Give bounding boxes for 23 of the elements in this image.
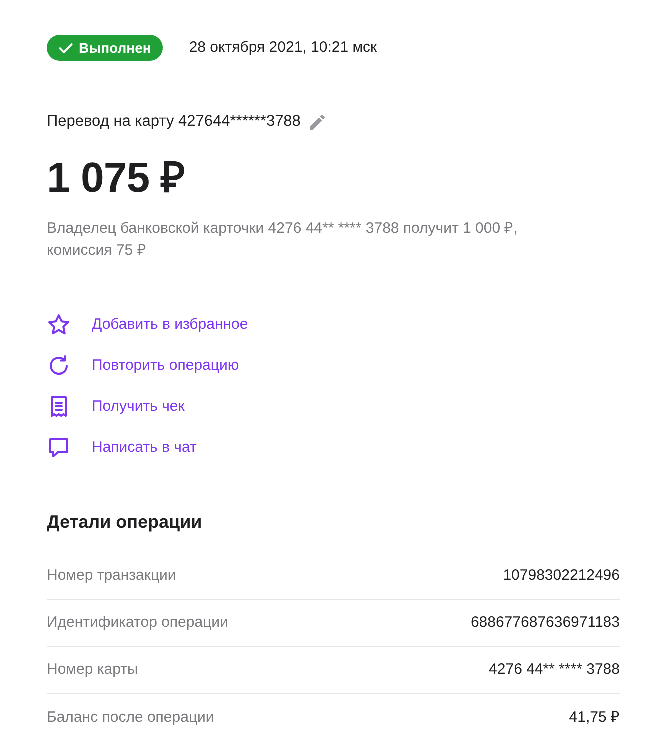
chat-icon[interactable] [47,436,71,460]
action-link[interactable]: Написать в чат [92,438,197,458]
star-icon[interactable] [47,312,71,336]
detail-value: 4276 44** **** 3788 [489,660,620,680]
transfer-description: Владелец банковской карточки 4276 44** **** 3788 получит 1 000 ₽, комиссия 75 ₽ [47,219,519,261]
detail-value: 10798302212496 [503,566,620,586]
section-heading: Детали операции [47,511,202,534]
action-link[interactable]: Повторить операцию [92,356,240,376]
action-link[interactable]: Добавить в избранное [92,314,248,334]
detail-label: Идентификатор операции [47,613,228,633]
transfer-title: Перевод на карту 427644******3788 [47,112,301,132]
action-link[interactable]: Получить чек [92,396,185,416]
transfer-amount: 1 075 ₽ [47,154,184,202]
detail-label: Номер транзакции [47,566,176,586]
detail-label: Номер карты [47,660,138,680]
status-label: Выполнен [79,39,152,57]
pencil-icon[interactable] [310,114,325,130]
detail-value: 688677687636971183 [470,613,620,633]
detail-label: Баланс после операции [47,708,214,728]
detail-value: 41,75 ₽ [569,708,620,728]
refresh-icon[interactable] [47,354,71,378]
check-icon [59,42,73,54]
operation-date: 28 октября 2021, 10:21 мск [189,38,378,58]
